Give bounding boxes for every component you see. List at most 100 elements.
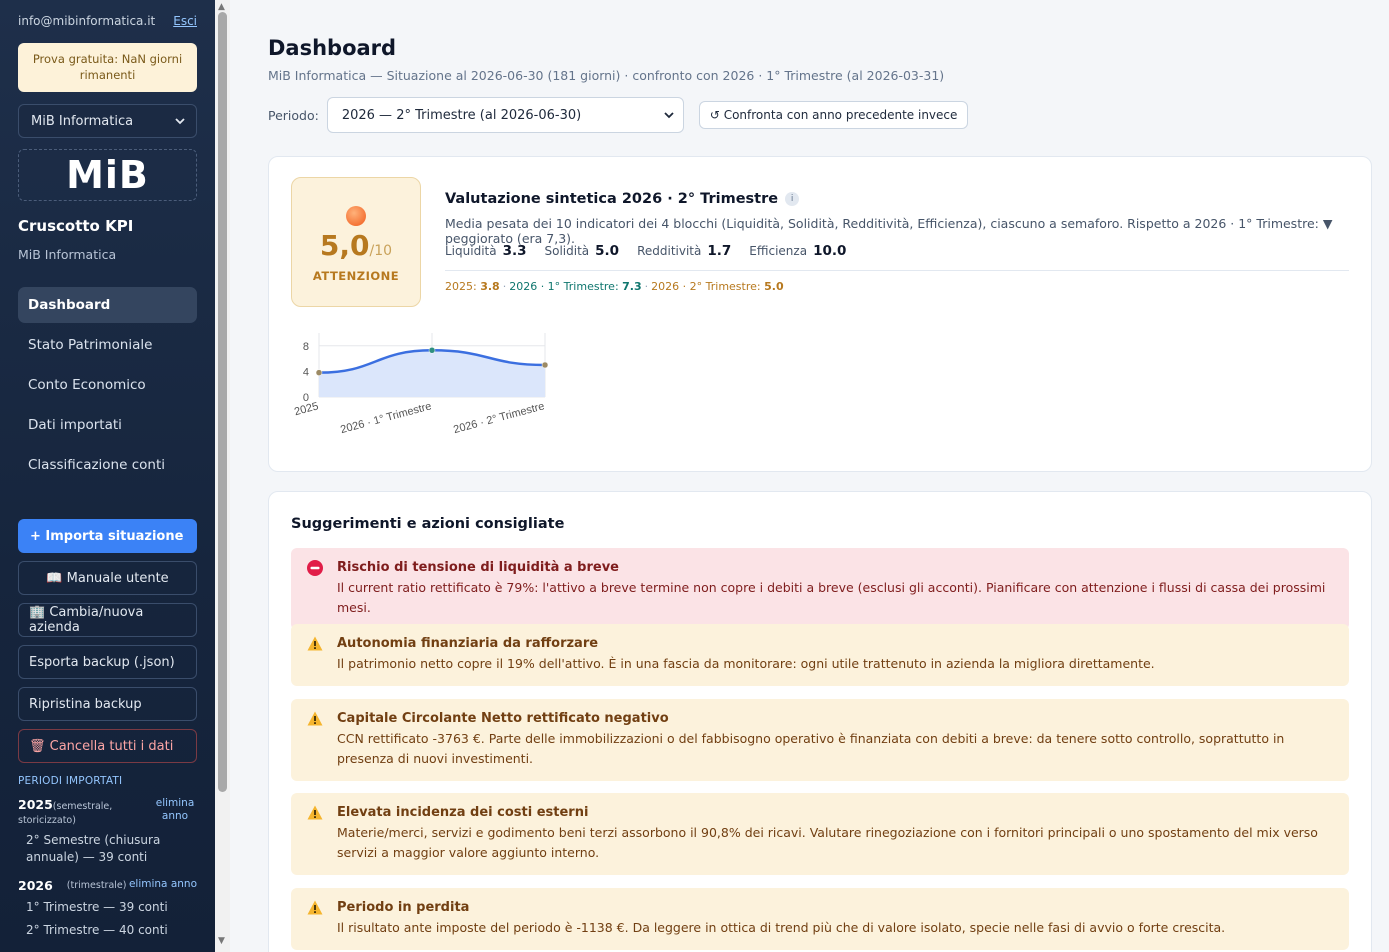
manual-button[interactable]: 📖 Manuale utente <box>18 561 197 595</box>
suggestion-text: Il current ratio rettificato è 79%: l'at… <box>337 580 1326 615</box>
nav-item-dati-importati[interactable]: Dati importati <box>18 407 197 443</box>
period-item[interactable]: 2° Semestre (chiusura annuale) — 39 cont… <box>26 832 197 866</box>
history-item: 2026 · 1° Trimestre: 7.3 <box>509 280 641 293</box>
score-trend-chart: 0482025 2026 · 1° Trimestre 2026 · 2° Trim… <box>293 333 549 436</box>
delete-year-link[interactable]: elimina anno <box>129 878 197 891</box>
company-select[interactable]: MiB Informatica <box>18 104 197 138</box>
period-select[interactable]: 2026 — 2° Trimestre (al 2026-06-30) <box>326 97 684 133</box>
suggestion-item: Autonomia finanziaria da rafforzare Il p… <box>291 624 1349 686</box>
x-tick-label: 2026 · 2° Trimestre <box>452 400 546 436</box>
history-label: 2026 · 1° Trimestre: <box>509 280 619 293</box>
history-separator: · <box>502 280 507 293</box>
period-year-label: 2026 <box>18 878 53 893</box>
restore-backup-button[interactable]: Ripristina backup <box>18 687 197 721</box>
chevron-down-icon <box>175 118 185 125</box>
period-label: Periodo: <box>268 107 319 123</box>
history-item: 2026 · 2° Trimestre: 5.0 <box>651 280 783 293</box>
suggestion-title: Capitale Circolante Netto rettificato ne… <box>337 711 669 726</box>
info-icon[interactable]: i <box>785 192 800 206</box>
block-value: 1.7 <box>707 243 732 259</box>
page-subtitle: MiB Informatica — Situazione al 2026-06-… <box>268 68 945 83</box>
evaluation-card: 5,0/10 ATTENZIONE Valutazione sintetica … <box>268 156 1372 472</box>
divider <box>445 270 1349 271</box>
evaluation-title: Valutazione sintetica 2026 · 2° Trimestr… <box>445 191 779 207</box>
logout-link[interactable]: Esci <box>173 14 197 28</box>
company-logo[interactable]: MiB <box>18 149 197 201</box>
suggestion-item: Elevata incidenza dei costi esterni Mate… <box>291 793 1349 875</box>
scroll-down-icon[interactable]: ▼ <box>218 936 225 946</box>
evaluation-blocks: Liquidità 3.3 Solidità 5.0 Redditività 1.7 … <box>445 243 864 259</box>
no-entry-icon <box>307 560 323 576</box>
sidebar-scrollbar[interactable]: ▲ ▼ <box>215 0 230 952</box>
x-tick-label: 2025 <box>293 400 320 418</box>
y-tick-label: 8 <box>303 341 309 353</box>
block-label: Liquidità <box>445 244 497 258</box>
period-select-value: 2026 — 2° Trimestre (al 2026-06-30) <box>341 107 582 123</box>
data-point <box>315 369 323 376</box>
data-point <box>541 361 549 369</box>
block-redditivita: Redditività 1.7 <box>637 243 731 259</box>
period-selector-row: Periodo: 2026 — 2° Trimestre (al 2026-06… <box>268 97 969 133</box>
score-value: 5,0/10 <box>292 230 420 267</box>
logo-text: MiB <box>66 153 149 197</box>
app-title: Cruscotto KPI <box>18 217 134 235</box>
data-point <box>428 347 436 354</box>
main-content: Dashboard MiB Informatica — Situazione a… <box>230 0 1389 952</box>
nav-item-classificazione-conti[interactable]: Classificazione conti <box>18 447 197 483</box>
suggestions-card: Suggerimenti e azioni consigliate Rischi… <box>268 491 1372 952</box>
change-company-button[interactable]: 🏢 Cambia/nuova azienda <box>18 603 197 637</box>
suggestion-text: Il patrimonio netto copre il 19% dell'at… <box>337 656 1155 671</box>
periods-header: PERIODI IMPORTATI <box>18 775 123 787</box>
block-solidita: Solidità 5.0 <box>545 243 620 259</box>
period-item[interactable]: 2° Trimestre — 40 conti <box>26 922 197 939</box>
block-label: Solidità <box>544 244 590 258</box>
import-button[interactable]: + Importa situazione <box>18 519 197 553</box>
main-nav: Dashboard Stato Patrimoniale Conto Econo… <box>0 287 215 483</box>
history-value: 7.3 <box>622 280 642 293</box>
nav-item-conto-economico[interactable]: Conto Economico <box>18 367 197 403</box>
history-item: 2025: 3.8 <box>445 280 500 293</box>
suggestion-item: Rischio di tensione di liquidità a breve… <box>291 548 1349 630</box>
scrollbar-thumb[interactable] <box>218 12 227 792</box>
block-liquidita: Liquidità 3.3 <box>445 243 527 259</box>
status-dot-icon <box>346 206 366 226</box>
suggestion-item: Periodo in perdita Il risultato ante imp… <box>291 888 1349 950</box>
warning-icon <box>307 805 323 820</box>
app-subtitle: MiB Informatica <box>18 247 117 262</box>
block-label: Efficienza <box>749 244 808 258</box>
block-value: 10.0 <box>813 243 847 259</box>
export-backup-button[interactable]: Esporta backup (.json) <box>18 645 197 679</box>
period-year-label: 2025 <box>18 797 53 812</box>
suggestions-title: Suggerimenti e azioni consigliate <box>291 516 565 532</box>
suggestion-item: Capitale Circolante Netto rettificato ne… <box>291 699 1349 781</box>
period-kind: (trimestrale) <box>66 880 127 891</box>
period-year-2025: 2025(semestrale, storicizzato) elimina a… <box>18 797 197 826</box>
score-number: 5,0 <box>319 229 370 262</box>
evaluation-title-row: Valutazione sintetica 2026 · 2° Trimestr… <box>445 191 800 207</box>
nav-item-stato-patrimoniale[interactable]: Stato Patrimoniale <box>18 327 197 363</box>
scroll-up-icon[interactable]: ▲ <box>218 2 225 12</box>
area-fill <box>319 350 545 397</box>
nav-item-dashboard[interactable]: Dashboard <box>18 287 197 323</box>
chevron-down-icon <box>664 112 674 119</box>
sidebar: info@mibinformatica.it Esci Prova gratui… <box>0 0 215 952</box>
block-value: 5.0 <box>595 243 620 259</box>
sidebar-top: info@mibinformatica.it Esci <box>0 0 215 28</box>
delete-all-button[interactable]: 🗑 Cancella tutti i dati <box>18 729 197 763</box>
period-item[interactable]: 1° Trimestre — 39 conti <box>26 899 197 916</box>
evaluation-description: Media pesata dei 10 indicatori dei 4 blo… <box>445 216 1333 246</box>
delete-year-link[interactable]: elimina anno <box>153 797 197 823</box>
history-separator: · <box>644 280 649 293</box>
warning-icon <box>307 900 323 915</box>
score-denominator: /10 <box>369 243 393 259</box>
warning-icon <box>307 711 323 726</box>
history-label: 2025: <box>445 280 477 293</box>
compare-previous-year-button[interactable]: ↺ Confronta con anno precedente invece <box>698 101 969 129</box>
suggestion-title: Rischio di tensione di liquidità a breve <box>337 560 619 575</box>
block-label: Redditività <box>637 244 702 258</box>
suggestion-title: Periodo in perdita <box>337 900 470 915</box>
trial-banner: Prova gratuita: NaN giorni rimanenti <box>18 43 197 92</box>
block-value: 3.3 <box>502 243 527 259</box>
history-value: 3.8 <box>480 280 500 293</box>
y-tick-label: 4 <box>303 366 309 378</box>
